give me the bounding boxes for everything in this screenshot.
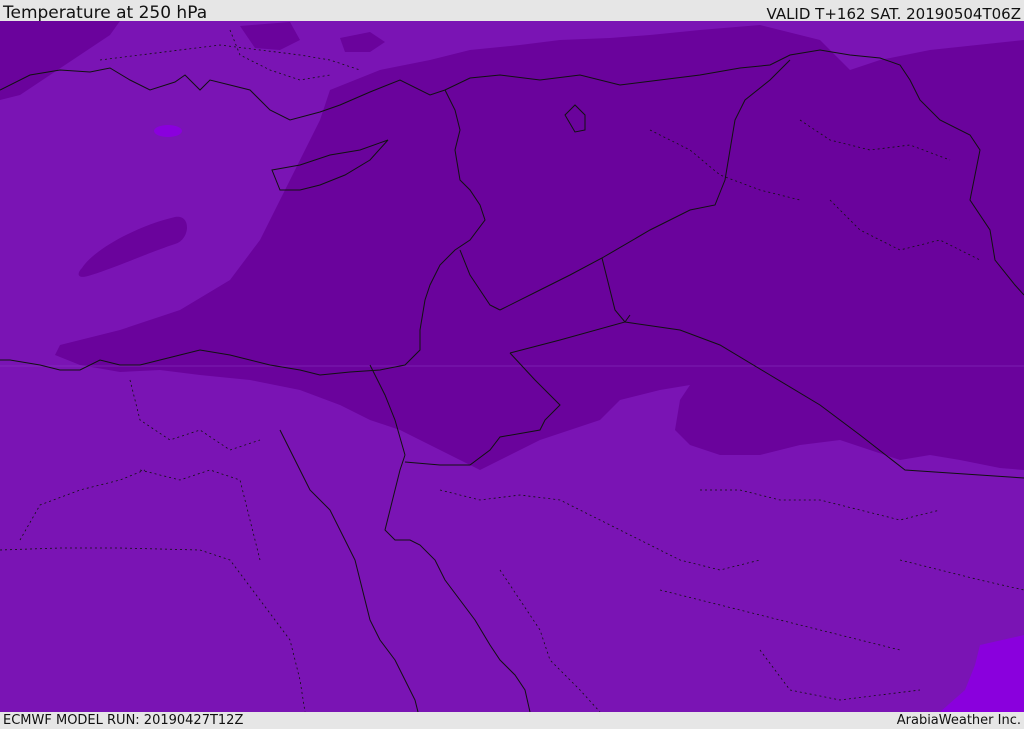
credit: ArabiaWeather Inc.: [896, 713, 1021, 728]
map-title: Temperature at 250 hPa: [3, 3, 208, 23]
model-run: ECMWF MODEL RUN: 20190427T12Z: [3, 713, 244, 728]
temperature-map[interactable]: [0, 21, 1024, 712]
map-canvas[interactable]: [0, 21, 1024, 712]
map-header: Temperature at 250 hPa VALID T+162 SAT. …: [0, 0, 1024, 23]
temperature-field-warm-patch-small: [154, 125, 182, 137]
map-footer: ECMWF MODEL RUN: 20190427T12Z ArabiaWeat…: [0, 712, 1024, 729]
